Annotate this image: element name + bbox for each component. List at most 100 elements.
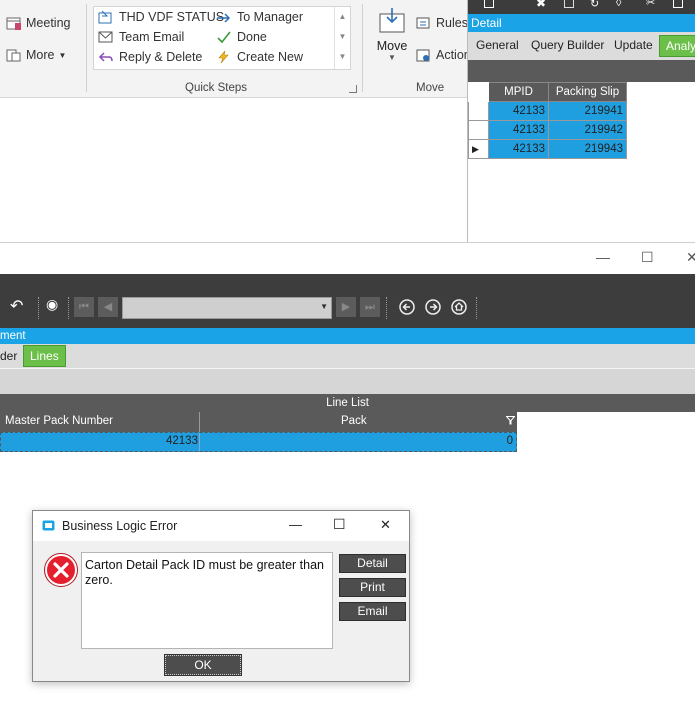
- save-icon[interactable]: [564, 0, 574, 8]
- undo-icon[interactable]: ↶: [10, 296, 30, 316]
- error-icon: [44, 553, 78, 587]
- cell-mpid[interactable]: 42133: [488, 101, 549, 121]
- detail-button[interactable]: Detail: [339, 554, 406, 573]
- home-icon[interactable]: [450, 298, 468, 316]
- quick-step-to-manager[interactable]: To Manager: [216, 10, 303, 24]
- dialog-maximize-button[interactable]: ☐: [333, 516, 346, 533]
- table-row[interactable]: 42133 219942: [468, 120, 627, 140]
- forward-arrow-icon: [217, 13, 231, 23]
- tab-query-builder[interactable]: Query Builder: [531, 38, 604, 52]
- table-row[interactable]: 42133 0: [0, 432, 517, 452]
- rules-button[interactable]: Rules: [416, 16, 468, 30]
- scroll-up-icon[interactable]: ▲: [335, 7, 350, 27]
- dialog-close-button[interactable]: ✕: [380, 517, 391, 533]
- meeting-button[interactable]: Meeting: [6, 16, 70, 30]
- detail-title: Detail: [468, 14, 695, 32]
- quick-steps-gallery: THD VDF STATUS To Manager Team Email Don…: [93, 6, 351, 70]
- toolbar-separator: [68, 297, 70, 319]
- more-button[interactable]: More ▼: [6, 48, 66, 62]
- detail-tabs: General Query Builder Update Analyz: [468, 32, 695, 60]
- detail-header-strip: [468, 60, 695, 82]
- actions-icon: [416, 49, 430, 62]
- checkmark-icon: [217, 31, 231, 44]
- column-header-pack[interactable]: Pack: [341, 415, 367, 427]
- chevron-down-icon: ▼: [388, 53, 396, 62]
- minimize-button[interactable]: —: [596, 249, 610, 265]
- column-divider: [199, 412, 200, 432]
- quick-step-create-new[interactable]: Create New: [216, 50, 303, 64]
- move-button[interactable]: Move ▼: [372, 6, 412, 76]
- back-arrow-icon[interactable]: [398, 298, 416, 316]
- move-group-label: Move: [416, 82, 445, 94]
- cell-packing-slip[interactable]: 219942: [548, 120, 627, 140]
- refresh-icon[interactable]: ↻: [590, 0, 599, 10]
- close-button[interactable]: ✕: [686, 249, 695, 266]
- table-row[interactable]: ▶ 42133 219943: [468, 139, 627, 159]
- tab-general[interactable]: General: [476, 38, 519, 52]
- next-record-icon[interactable]: ▶: [336, 297, 356, 317]
- app-icon: [42, 520, 55, 531]
- column-header-master-pack-number[interactable]: Master Pack Number: [5, 415, 113, 427]
- row-header[interactable]: [468, 120, 489, 140]
- dialog-title: Business Logic Error: [62, 519, 178, 533]
- main-toolbar: ↶ ◉ ⏮ ◀ ▼ ▶ ⏭: [0, 274, 695, 328]
- quick-step-label: To Manager: [237, 10, 304, 24]
- toolbar-separator: [476, 297, 478, 319]
- cell-packing-slip[interactable]: 219941: [548, 101, 627, 121]
- move-folder-icon: [379, 8, 405, 33]
- last-record-icon[interactable]: ⏭: [360, 297, 380, 317]
- dialog-titlebar: Business Logic Error — ☐ ✕: [33, 511, 409, 541]
- cell-mpid[interactable]: 42133: [488, 120, 549, 140]
- ok-button[interactable]: OK: [164, 654, 242, 676]
- move-label: Move: [376, 39, 408, 53]
- quick-step-label: Done: [237, 30, 267, 44]
- print-button[interactable]: Print: [339, 578, 406, 597]
- tab-lines[interactable]: Lines: [23, 345, 66, 367]
- scroll-down-icon[interactable]: ▼: [335, 27, 350, 47]
- close-icon[interactable]: ✖: [536, 0, 546, 10]
- toolbar-separator: [386, 297, 388, 319]
- expand-gallery-icon[interactable]: ▼: [335, 47, 350, 67]
- previous-record-icon[interactable]: ◀: [98, 297, 118, 317]
- tab-analyze[interactable]: Analyz: [659, 35, 695, 57]
- record-selector-combo[interactable]: ▼: [122, 297, 332, 319]
- tab-update[interactable]: Update: [614, 38, 653, 52]
- cell-pack[interactable]: 0: [507, 435, 513, 447]
- cut-icon[interactable]: ✂: [646, 0, 655, 9]
- quick-step-team-email[interactable]: Team Email: [98, 30, 184, 44]
- new-icon[interactable]: [484, 0, 494, 8]
- tab-query-builder[interactable]: der: [0, 349, 17, 363]
- main-titlebar: — ☐ ✕: [0, 243, 695, 274]
- row-header[interactable]: [468, 101, 489, 121]
- quick-step-done[interactable]: Done: [216, 30, 267, 44]
- group-separator: [86, 4, 87, 92]
- attach-icon[interactable]: ◊: [616, 0, 621, 9]
- actions-button[interactable]: Action: [416, 48, 471, 62]
- main-title: ment: [0, 328, 695, 344]
- cell-master-pack-number[interactable]: 42133: [166, 435, 198, 447]
- forward-arrow-icon[interactable]: [424, 298, 442, 316]
- grid-header-row: MPID Packing Slip: [468, 82, 627, 102]
- copy-icon[interactable]: [673, 0, 683, 8]
- column-divider: [199, 433, 200, 451]
- maximize-button[interactable]: ☐: [641, 249, 654, 266]
- filter-icon[interactable]: [506, 416, 515, 425]
- quick-step-thd-vdf-status[interactable]: THD VDF STATUS: [98, 10, 224, 24]
- column-header-mpid[interactable]: MPID: [488, 82, 549, 102]
- dialog-launcher-icon[interactable]: [349, 85, 357, 93]
- quick-steps-scrollbar[interactable]: ▲ ▼ ▼: [334, 7, 350, 69]
- binoculars-icon[interactable]: ◉: [46, 296, 66, 316]
- table-row[interactable]: 42133 219941: [468, 101, 627, 121]
- lightning-icon: [218, 50, 229, 64]
- current-row-indicator-icon[interactable]: ▶: [468, 139, 489, 159]
- envelope-icon: [98, 31, 113, 43]
- email-button[interactable]: Email: [339, 602, 406, 621]
- first-record-icon[interactable]: ⏮: [74, 297, 94, 317]
- dialog-minimize-button[interactable]: —: [289, 517, 302, 532]
- cell-packing-slip[interactable]: 219943: [548, 139, 627, 159]
- cell-mpid[interactable]: 42133: [488, 139, 549, 159]
- column-header-packing-slip[interactable]: Packing Slip: [548, 82, 627, 102]
- meeting-label: Meeting: [26, 16, 71, 30]
- quick-step-reply-delete[interactable]: Reply & Delete: [98, 50, 202, 64]
- main-strip: [0, 368, 695, 394]
